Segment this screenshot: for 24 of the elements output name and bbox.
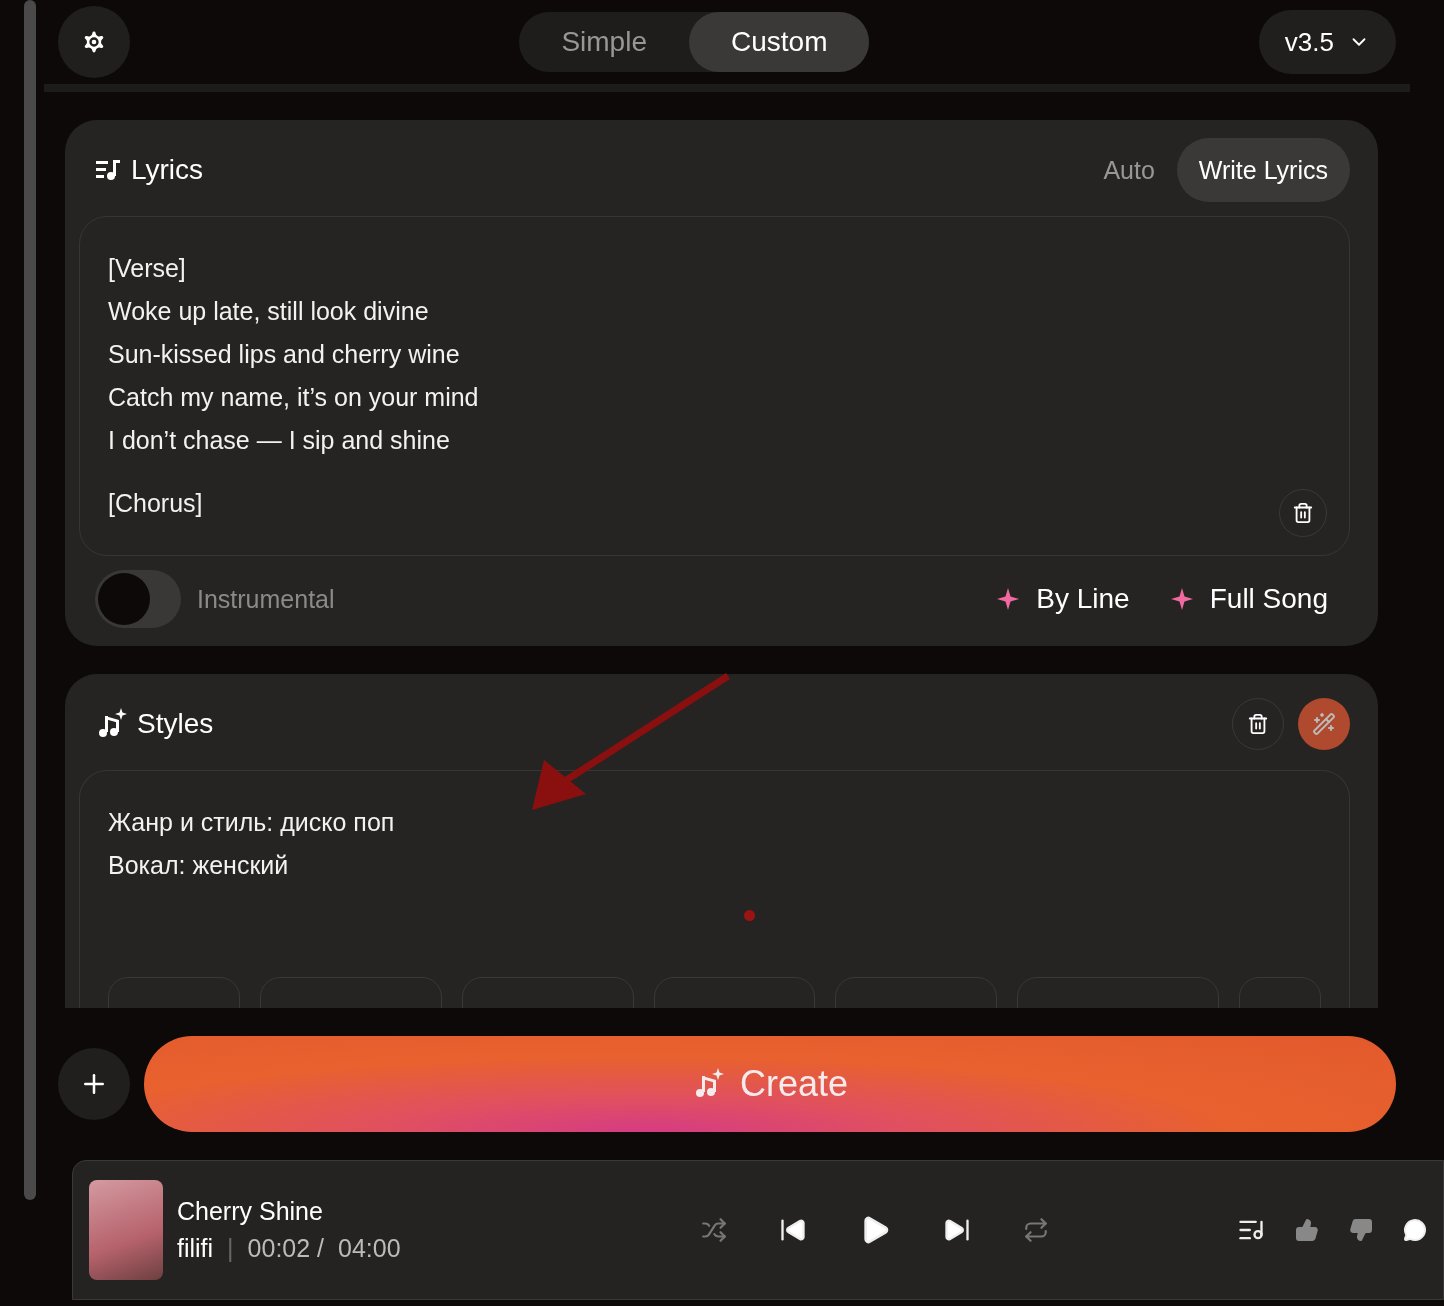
separator: | bbox=[227, 1234, 234, 1263]
mode-tab[interactable]: Custom bbox=[689, 12, 870, 72]
total-time: 04:00 bbox=[338, 1234, 401, 1263]
card-title: Styles bbox=[137, 708, 214, 740]
lyrics-line: [Chorus] bbox=[108, 488, 203, 519]
card-title: Lyrics bbox=[131, 154, 204, 186]
track-title: Cherry Shine bbox=[177, 1197, 324, 1226]
lyrics-line: [Verse] bbox=[108, 253, 186, 284]
lyrics-field[interactable]: [Verse] Woke up late, still look divine Sun-kissed lips and cherry wine Catch my name, it’s on your mind I don’t chase — I sip and shine [Chorus] bbox=[79, 216, 1350, 556]
lyrics-mode-tab[interactable]: Auto bbox=[1081, 138, 1177, 202]
artist-name: filifi bbox=[177, 1234, 214, 1263]
lyrics-line: Catch my name, it’s on your mind bbox=[108, 382, 479, 413]
lyrics-line: I don’t chase — I sip and shine bbox=[108, 425, 450, 456]
version-dropdown[interactable]: v3.5 bbox=[1258, 10, 1396, 74]
mode-tab[interactable]: Simple bbox=[519, 12, 689, 72]
lyrics-mode-tab[interactable]: Write Lyrics bbox=[1176, 138, 1350, 202]
lyrics-line: Woke up late, still look divine bbox=[108, 296, 429, 327]
generate-lyrics-button[interactable]: By Line bbox=[996, 583, 1130, 615]
elapsed-time: 00:02 / bbox=[247, 1234, 325, 1263]
styles-line: Вокал: женский bbox=[108, 850, 289, 881]
lyrics-line: Sun-kissed lips and cherry wine bbox=[108, 339, 460, 370]
styles-line: Жанр и стиль: диско поп bbox=[108, 807, 395, 838]
generate-lyrics-button[interactable]: Full Song bbox=[1169, 583, 1328, 615]
toggle-label: Instrumental bbox=[197, 584, 335, 614]
